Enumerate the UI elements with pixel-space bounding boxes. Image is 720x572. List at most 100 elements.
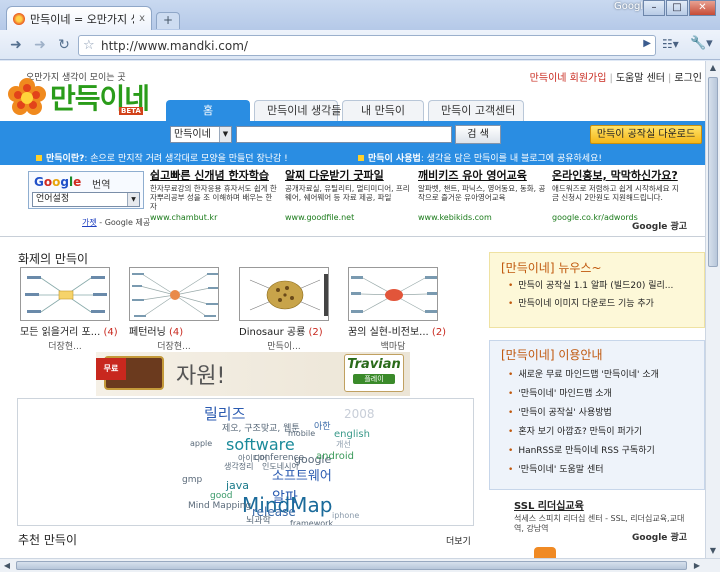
tab-close-icon[interactable]: x [139,13,145,24]
search-input[interactable] [236,126,452,143]
search-scope-select[interactable]: 만득이네 ▼ [170,126,232,143]
ad-title[interactable]: 온라인홍보, 막막하신가요? [552,167,680,183]
address-bar[interactable]: ☆ http://www.mandki.com/ ▶ [78,35,656,56]
maximize-button[interactable]: □ [666,0,688,16]
card-title[interactable]: Dinosaur 공룡 [239,327,305,338]
info-left-label[interactable]: 만득이란? [46,154,84,164]
card-author[interactable]: 만득이... [239,339,329,352]
mindmap-card[interactable]: 페턴러닝 (4) 더장현... [129,267,219,352]
page-menu-icon[interactable]: ☷▾ [662,37,679,51]
rss-icon[interactable] [534,547,556,558]
go-icon[interactable]: ▶ [643,38,651,49]
close-window-button[interactable]: ✕ [689,0,716,16]
ad-item[interactable]: 깨비키즈 유아 영어교육 알파벳, 챈트, 파닉스, 영어동요, 동화, 공작으… [418,167,546,222]
ad-item[interactable]: 온라인홍보, 막막하신가요? 애드워즈로 저렴하고 쉽게 시작하세요 지금 신청… [552,167,680,222]
horizontal-scroll-thumb[interactable] [16,561,687,570]
forward-icon[interactable]: ➜ [30,36,50,54]
guide-item[interactable]: '만득이네' 도움말 센터 [508,461,659,480]
tag-link[interactable]: apple [190,439,212,448]
tag-link[interactable]: 생각정리 [224,461,253,472]
ssl-ad-title[interactable]: SSL 리더십교육 [514,497,694,512]
card-author[interactable]: 백마담 [348,339,438,352]
ad-url[interactable]: www.chambut.kr [150,213,278,222]
tab-customer-center[interactable]: 만득이 고객센터 [428,100,524,121]
mindmap-card[interactable]: 모든 읽을거리 포... (4) 더장현... [20,267,118,352]
tag-link[interactable]: good [210,491,232,501]
vertical-scrollbar[interactable]: ▲ ▼ [705,61,720,558]
ad-title[interactable]: 알찌 다운받기 굿파일 [285,167,413,183]
news-item[interactable]: 만득이 공작실 1.1 알파 (빌드20) 릴리... [508,277,673,295]
tag-link[interactable]: 2008 [344,407,375,421]
mindmap-card[interactable]: Dinosaur 공룡 (2) 만득이... [239,267,329,352]
ad-item[interactable]: 알찌 다운받기 굿파일 공개자료실, 유틸리티, 멀티미디어, 프리웨어, 쉐어… [285,167,413,222]
minimize-button[interactable]: – [643,0,665,16]
google-ad-label[interactable]: Google 광고 [632,530,687,543]
tag-link[interactable]: android [316,451,354,462]
guide-item[interactable]: '만득이 공작실' 사용방법 [508,404,659,423]
url-text[interactable]: http://www.mandki.com/ [101,39,248,53]
guide-item[interactable]: 새로운 무료 마인드맵 '만득이네' 소개 [508,366,659,385]
new-tab-button[interactable]: + [156,12,180,29]
mindmap-thumbnail[interactable] [239,267,329,321]
game-banner-ad[interactable]: 무료 자원! Travian 플레이 [96,352,410,396]
card-author[interactable]: 더장현... [20,339,110,352]
horizontal-scrollbar[interactable]: ◀ ▶ [0,558,720,572]
tag-link[interactable]: iphone [332,511,359,520]
tab-home[interactable]: 홈 [166,100,250,121]
scroll-right-icon[interactable]: ▶ [690,559,704,572]
gadget-link[interactable]: 가젯 [82,218,97,227]
signup-link[interactable]: 만득이네 회원가입 [527,73,610,84]
tag-link[interactable]: 소프트웨어 [272,465,332,484]
mindmap-thumbnail[interactable] [20,267,110,321]
card-caption[interactable]: 모든 읽을거리 포... (4) [20,323,118,338]
guide-item[interactable]: 혼자 보기 아깝죠? 만득이 퍼가기 [508,423,659,442]
ad-title[interactable]: 쉽고빠른 신개념 한자학습 [150,167,278,183]
wrench-icon[interactable]: 🔧▾ [690,36,713,51]
ad-url[interactable]: www.goodfile.net [285,213,413,222]
card-title[interactable]: 페턴러닝 [129,327,166,338]
tag-link[interactable]: software [226,435,295,454]
google-ad-label[interactable]: Google 광고 [632,219,687,232]
card-caption[interactable]: 꿈의 실현-비전보... (2) [348,323,446,338]
tag-link[interactable]: framework [290,519,333,525]
browser-tab[interactable]: 만득이네 = 오만가지 생... x [6,6,152,30]
scroll-left-icon[interactable]: ◀ [0,559,14,572]
chevron-down-icon[interactable]: ▼ [219,127,231,142]
tab-mandki-thoughts[interactable]: 만득이네 생각들 [254,100,341,121]
tag-link[interactable]: 아한 [314,419,331,432]
ad-item[interactable]: 쉽고빠른 신개념 한자학습 한자무료강의 한자응용 휴자서도 쉽게 한자뿌리공부… [150,167,278,222]
reload-icon[interactable]: ↻ [54,36,74,54]
tag-link[interactable]: gmp [182,475,202,485]
more-link[interactable]: 더보기 [446,534,471,547]
guide-item[interactable]: '만득이네' 마인드맵 소개 [508,385,659,404]
info-right-label[interactable]: 만득이 사용법 [368,154,421,164]
card-title[interactable]: 모든 읽을거리 포... [20,327,100,338]
card-caption[interactable]: 페턴러닝 (4) [129,323,219,338]
vertical-scroll-thumb[interactable] [708,77,718,267]
star-icon[interactable]: ☆ [83,38,95,53]
play-button[interactable]: 플레이 [353,374,395,384]
logo-flower-icon[interactable] [6,77,48,119]
game-logo[interactable]: Travian 플레이 [344,354,404,392]
news-item[interactable]: 만득이네 이미지 다운로드 기능 추가 [508,295,673,313]
login-link[interactable]: 로그인 [671,73,705,84]
card-author[interactable]: 더장현... [129,339,219,352]
ad-url[interactable]: www.kebikids.com [418,213,546,222]
card-title[interactable]: 꿈의 실현-비전보... [348,327,429,338]
tab-my-mandki[interactable]: 내 만득이 [342,100,424,121]
scroll-up-icon[interactable]: ▲ [706,61,720,75]
ad-title[interactable]: 깨비키즈 유아 영어교육 [418,167,546,183]
ssl-ad[interactable]: SSL 리더십교육 석세스 스피치 리더십 센터 - SSL, 리더십교육,교대… [514,497,694,534]
mindmap-thumbnail[interactable] [129,267,219,321]
guide-item[interactable]: HanRSS로 만득이네 RSS 구독하기 [508,442,659,461]
language-select[interactable]: 언어설정 ▼ [32,192,140,207]
back-icon[interactable]: ➜ [6,36,26,54]
mindmap-thumbnail[interactable] [348,267,438,321]
tag-link[interactable]: Mind Mapping [188,501,251,511]
mindmap-card[interactable]: 꿈의 실현-비전보... (2) 백마담 [348,267,446,352]
chevron-down-icon[interactable]: ▼ [127,193,139,206]
download-workshop-button[interactable]: 만득이 공작실 다운로드 [590,125,702,144]
tag-link[interactable]: 뇌과학 [246,513,271,525]
card-caption[interactable]: Dinosaur 공룡 (2) [239,323,329,338]
scroll-down-icon[interactable]: ▼ [706,544,720,558]
